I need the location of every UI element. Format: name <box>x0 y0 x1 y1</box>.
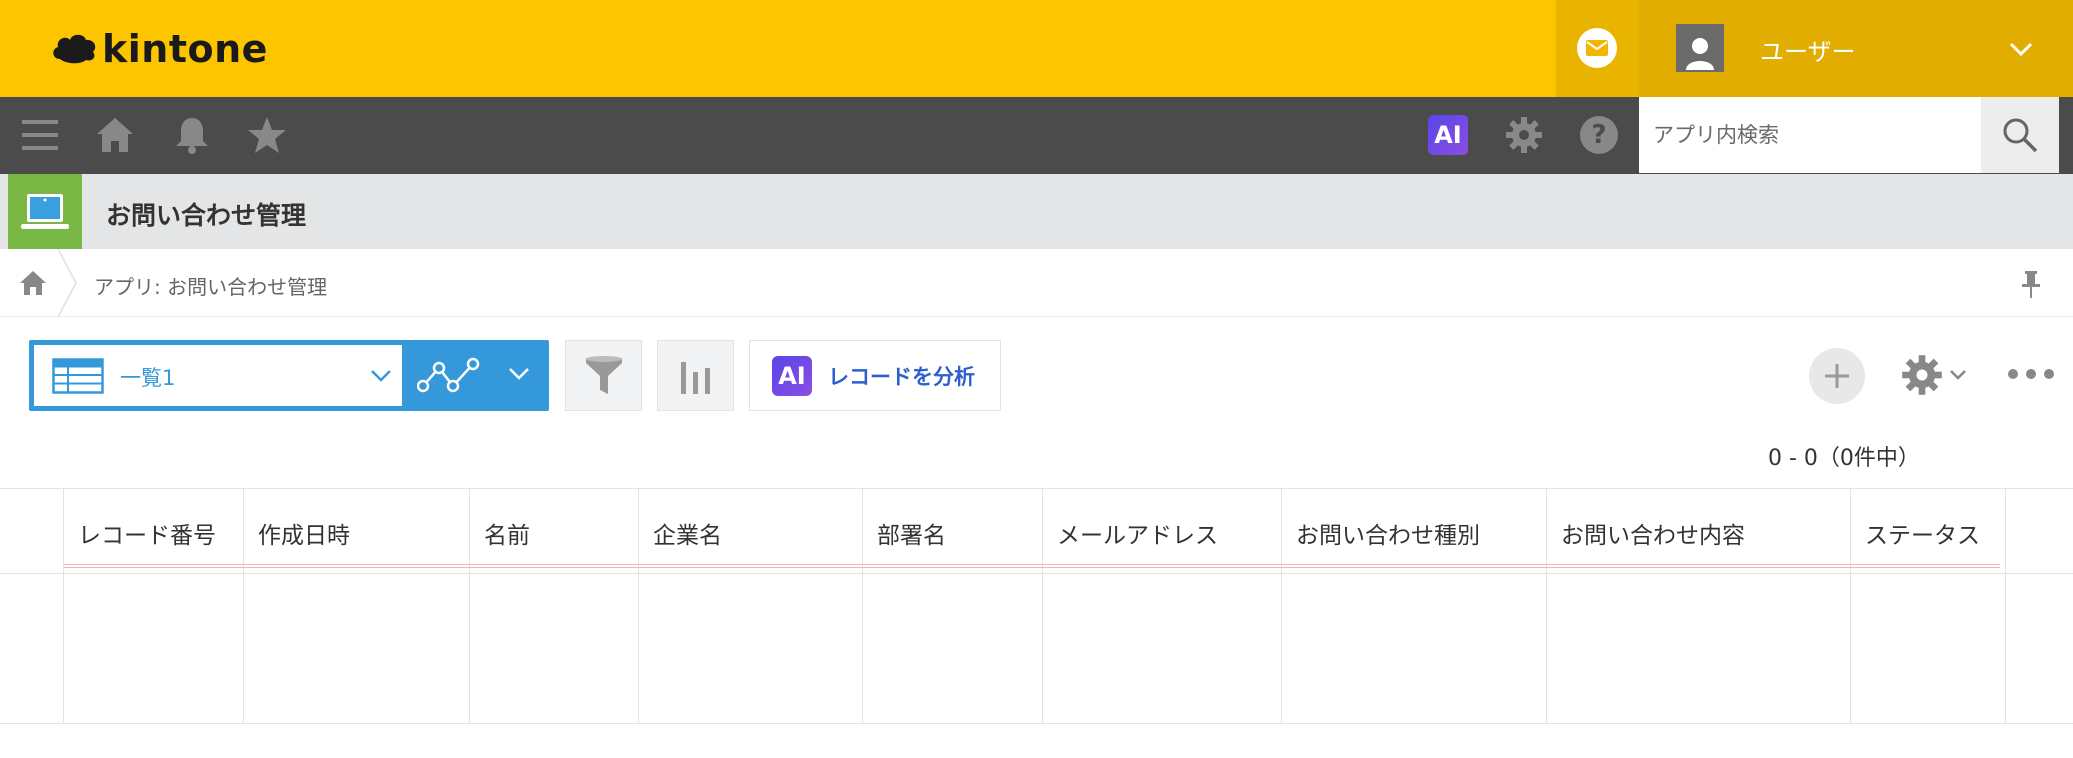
ai-badge-icon: AI <box>772 355 812 396</box>
user-name[interactable]: ユーザー <box>1760 32 1856 67</box>
table-header-row: レコード番号 作成日時 名前 企業名 部署名 メールアドレス お問い合わせ種別 … <box>0 488 2073 574</box>
column-header[interactable]: お問い合わせ内容 <box>1547 489 1851 573</box>
view-name: 一覧1 <box>120 366 176 390</box>
home-icon[interactable] <box>93 113 137 157</box>
table-header-cell <box>2006 489 2073 573</box>
ai-toolbar-badge: AI <box>1428 115 1468 155</box>
column-header[interactable]: 作成日時 <box>244 489 470 573</box>
chevron-down-icon <box>371 370 391 382</box>
plus-icon <box>1825 364 1849 388</box>
column-header[interactable]: メールアドレス <box>1043 489 1282 573</box>
chart-button[interactable] <box>657 340 734 411</box>
graph-chevron-down-icon[interactable] <box>507 365 531 381</box>
pin-icon[interactable] <box>2018 269 2044 299</box>
column-header[interactable]: レコード番号 <box>64 489 244 573</box>
global-toolbar: AI ? <box>0 97 2073 174</box>
filter-button[interactable] <box>565 340 642 411</box>
column-header[interactable]: 名前 <box>470 489 639 573</box>
chevron-down-icon[interactable] <box>2006 36 2036 62</box>
column-header[interactable]: お問い合わせ種別 <box>1282 489 1547 573</box>
user-area: ユーザー <box>1556 0 2073 97</box>
menu-icon[interactable] <box>18 113 62 157</box>
laptop-icon <box>21 193 69 229</box>
more-options-button[interactable] <box>2008 362 2054 386</box>
avatar[interactable] <box>1676 24 1724 72</box>
record-table: レコード番号 作成日時 名前 企業名 部署名 メールアドレス お問い合わせ種別 … <box>0 488 2073 724</box>
chevron-down-icon <box>1950 370 1966 380</box>
column-label: お問い合わせ種別 <box>1296 523 1480 549</box>
column-label: 名前 <box>484 523 530 549</box>
table-cell <box>470 574 639 723</box>
bell-icon[interactable] <box>170 113 214 157</box>
search-button[interactable] <box>1981 97 2059 173</box>
column-label: レコード番号 <box>78 523 216 549</box>
add-record-button[interactable] <box>1809 348 1865 404</box>
column-label: 部署名 <box>877 523 946 549</box>
ai-icon[interactable]: AI <box>1426 113 1470 157</box>
breadcrumb: アプリ: お問い合わせ管理 <box>0 249 2073 317</box>
page-title: お問い合わせ管理 <box>106 201 307 230</box>
column-label: お問い合わせ内容 <box>1561 523 1745 549</box>
line-graph-icon <box>416 357 479 392</box>
column-label: 作成日時 <box>258 523 350 549</box>
column-label: 企業名 <box>653 523 722 549</box>
global-header: kintone ユーザー <box>0 0 2073 97</box>
table-cell <box>1282 574 1547 723</box>
column-header[interactable]: ステータス <box>1851 489 2006 573</box>
gear-icon[interactable] <box>1502 113 1546 157</box>
breadcrumb-home-icon[interactable] <box>18 269 48 297</box>
bar-chart-icon <box>680 361 710 394</box>
star-icon[interactable] <box>245 113 289 157</box>
table-cell <box>1851 574 2006 723</box>
help-glyph: ? <box>1580 116 1618 154</box>
table-cell <box>863 574 1043 723</box>
header-divider <box>64 564 2000 568</box>
mail-icon[interactable] <box>1577 28 1617 68</box>
table-empty-row <box>0 574 2073 724</box>
gear-icon <box>1902 355 1942 395</box>
breadcrumb-separator <box>57 249 77 317</box>
dot-icon <box>2026 369 2036 379</box>
app-icon[interactable] <box>8 174 82 249</box>
filter-icon <box>585 355 622 394</box>
table-cell <box>1547 574 1851 723</box>
table-view-icon <box>52 358 104 394</box>
app-title-bar: お問い合わせ管理 <box>0 174 2073 249</box>
app-settings-button[interactable] <box>1900 350 1976 400</box>
search-icon <box>2003 118 2038 153</box>
view-dropdown[interactable]: 一覧1 <box>34 345 402 406</box>
help-icon[interactable]: ? <box>1577 113 1621 157</box>
kintone-logo[interactable]: kintone <box>50 26 268 71</box>
table-cell <box>244 574 470 723</box>
table-cell <box>2006 574 2073 723</box>
dot-icon <box>2044 369 2054 379</box>
ai-analyze-label: レコードを分析 <box>828 364 975 389</box>
dot-icon <box>2008 369 2018 379</box>
table-header-cell <box>0 489 64 573</box>
column-label: ステータス <box>1865 523 1980 549</box>
view-selector-group: 一覧1 <box>29 340 549 411</box>
search-input[interactable] <box>1639 97 1981 173</box>
breadcrumb-app-link[interactable]: アプリ: お問い合わせ管理 <box>94 271 327 300</box>
table-cell <box>0 574 64 723</box>
logo-text: kintone <box>102 26 268 71</box>
app-search <box>1639 97 2059 173</box>
table-cell <box>639 574 863 723</box>
kintone-cloud-icon <box>53 34 96 63</box>
column-header[interactable]: 企業名 <box>639 489 863 573</box>
pagination-status: 0 - 0（0件中） <box>1768 446 1920 471</box>
graph-button[interactable] <box>407 340 492 411</box>
column-label: メールアドレス <box>1057 523 1218 549</box>
notification-area <box>1556 0 1639 97</box>
ai-analyze-button[interactable]: AI レコードを分析 <box>749 340 1001 411</box>
table-cell <box>64 574 244 723</box>
table-cell <box>1043 574 1282 723</box>
column-header[interactable]: 部署名 <box>863 489 1043 573</box>
